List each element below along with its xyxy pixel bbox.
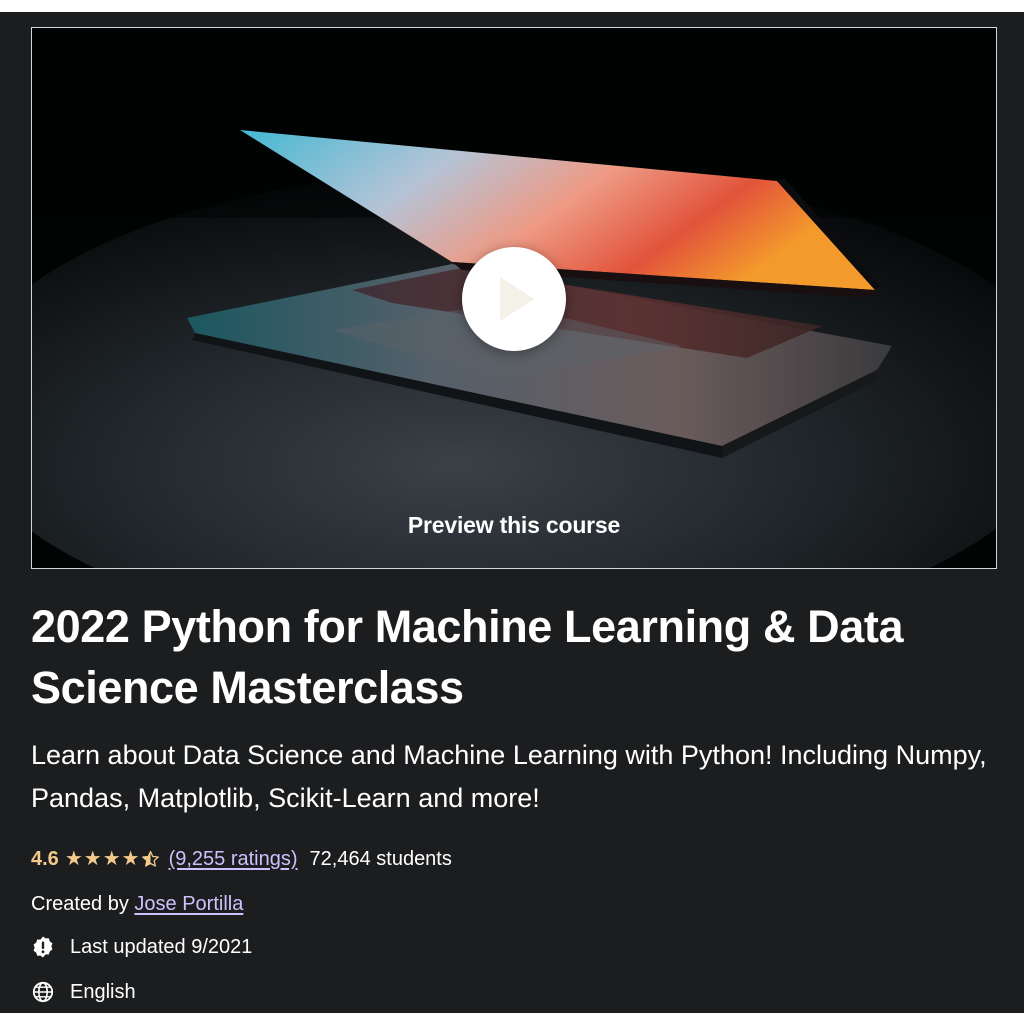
course-title: 2022 Python for Machine Learning & Data … xyxy=(31,601,904,713)
language-row: English xyxy=(31,979,136,1005)
course-preview-video[interactable]: Preview this course xyxy=(31,27,997,569)
rating-value: 4.6 xyxy=(31,847,59,870)
preview-course-label[interactable]: Preview this course xyxy=(32,512,996,539)
play-icon xyxy=(500,277,534,321)
page-bottom-edge xyxy=(0,1013,1024,1024)
last-updated-row: Last updated 9/2021 xyxy=(31,934,252,960)
star-icon: ★ xyxy=(64,848,83,870)
star-icon: ★ xyxy=(83,848,102,870)
star-icon: ★ xyxy=(121,848,140,870)
course-landing-page: Preview this course 2022 Python for Mach… xyxy=(0,12,1024,1013)
play-button[interactable] xyxy=(462,247,566,351)
half-star-icon xyxy=(141,849,160,869)
instructor-link[interactable]: Jose Portilla xyxy=(134,893,243,915)
star-icon: ★ xyxy=(102,848,121,870)
created-by-label: Created by xyxy=(31,893,129,915)
star-rating: ★ ★ ★ ★ xyxy=(65,849,161,869)
rating-row: 4.6 ★ ★ ★ ★ (9,255 ratings) 72,464 stude… xyxy=(31,846,452,872)
alert-badge-icon xyxy=(31,935,55,959)
language-text: English xyxy=(70,981,136,1003)
ratings-count-link[interactable]: (9,255 ratings) xyxy=(169,848,298,871)
created-by-row: Created by Jose Portilla xyxy=(31,891,243,917)
course-subtitle: Learn about Data Science and Machine Lea… xyxy=(31,740,987,813)
last-updated-text: Last updated 9/2021 xyxy=(70,936,253,958)
globe-icon xyxy=(31,980,55,1004)
students-count: 72,464 students xyxy=(309,847,452,870)
